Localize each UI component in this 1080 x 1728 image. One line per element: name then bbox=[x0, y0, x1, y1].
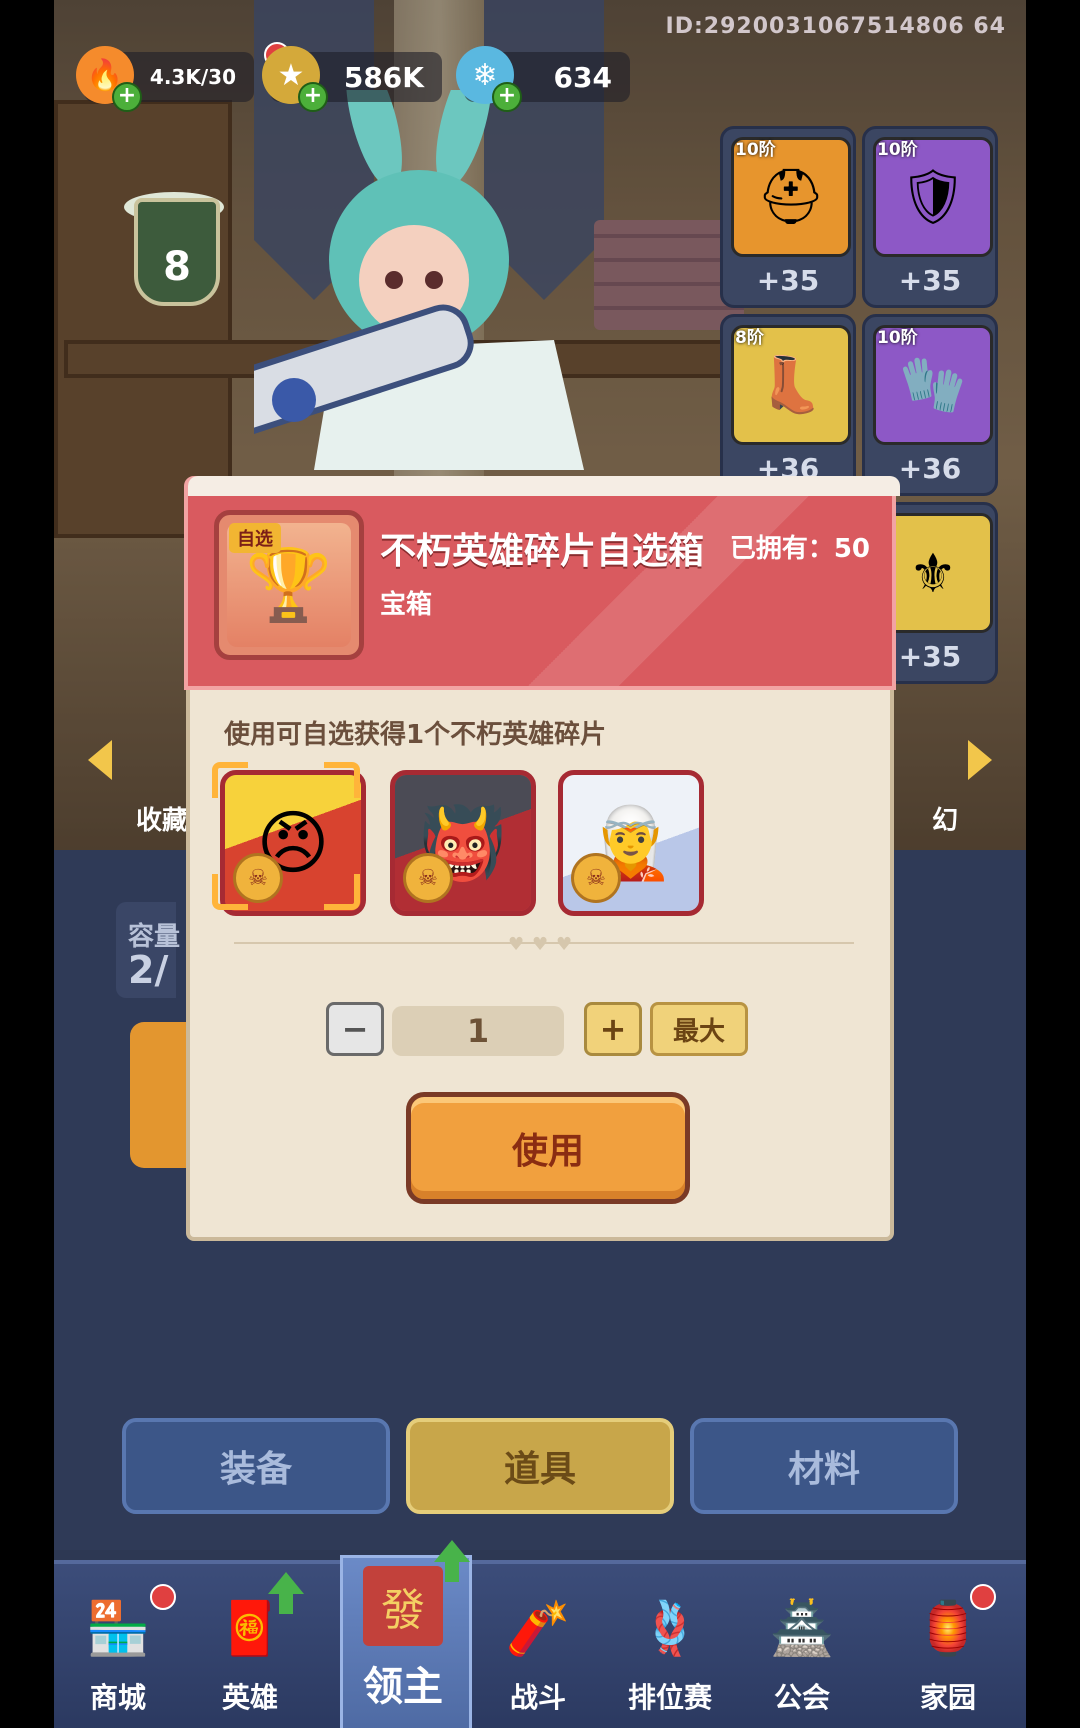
increase-quantity-button[interactable]: + bbox=[584, 1002, 642, 1056]
item-type: 宝箱 bbox=[380, 590, 433, 620]
item-description: 使用可自选获得1个不朽英雄碎片 bbox=[224, 720, 607, 750]
equip-slot-boots[interactable]: 👢 8阶 +36 bbox=[720, 314, 856, 496]
nav-label: 家园 bbox=[919, 1681, 976, 1714]
add-gold-button[interactable]: + bbox=[298, 82, 328, 112]
nav-label: 排位赛 bbox=[627, 1681, 712, 1714]
collection-label: 收藏 bbox=[136, 806, 189, 836]
upgrade-arrow-icon bbox=[268, 1572, 304, 1594]
gem-value: 634 bbox=[553, 60, 612, 94]
nav-label: 公会 bbox=[773, 1681, 830, 1714]
skull-emblem-icon: ☠ bbox=[571, 853, 621, 903]
max-quantity-button[interactable]: 最大 bbox=[650, 1002, 748, 1056]
nav-label: 英雄 bbox=[221, 1681, 278, 1714]
owned-count: 已拥有：50 bbox=[729, 534, 870, 564]
nav-label: 领主 bbox=[363, 1664, 443, 1710]
lord-icon: 發 bbox=[363, 1566, 443, 1646]
item-detail-dialog: 🏆 自选 不朽英雄碎片自选箱 已拥有：50 宝箱 使用可自选获得1个不朽英雄碎片… bbox=[184, 476, 900, 1241]
tab-label: 装备 bbox=[219, 1449, 292, 1490]
illusion-label: 幻 bbox=[932, 806, 959, 836]
tab-items[interactable]: 道具 bbox=[406, 1418, 674, 1514]
item-icon-frame: 🏆 自选 bbox=[214, 510, 364, 660]
battle-icon: 🧨 bbox=[505, 1598, 571, 1659]
tab-materials[interactable]: 材料 bbox=[690, 1418, 958, 1514]
inventory-item-slot[interactable] bbox=[130, 1022, 190, 1168]
shop-icon: 🏪 bbox=[85, 1598, 151, 1659]
gold-bar[interactable]: ★ + 586K bbox=[262, 46, 442, 112]
nav-guild[interactable]: 🏯 公会 bbox=[742, 1570, 862, 1728]
add-stamina-button[interactable]: + bbox=[112, 82, 142, 112]
add-gem-button[interactable]: + bbox=[492, 82, 522, 112]
equip-slot-gloves[interactable]: 🧤 10阶 +36 bbox=[862, 314, 998, 496]
item-title: 不朽英雄碎片自选箱 bbox=[380, 531, 705, 572]
player-id: ID:2920031067514806 64 bbox=[665, 14, 1006, 39]
hero-option-mage[interactable]: 🧝 ☠ bbox=[558, 770, 704, 916]
ranked-icon: 🪢 bbox=[637, 1598, 703, 1659]
heart-ornament-icon: ♥ bbox=[556, 934, 573, 955]
selection-corner bbox=[212, 874, 248, 910]
notification-dot bbox=[970, 1584, 996, 1610]
use-button[interactable]: 使用 bbox=[406, 1092, 690, 1204]
skull-emblem-icon: ☠ bbox=[403, 853, 453, 903]
equip-tier: 10阶 bbox=[877, 328, 918, 348]
quantity-field[interactable]: 1 bbox=[392, 1006, 564, 1056]
equip-tier: 10阶 bbox=[735, 140, 776, 160]
dialog-header: 🏆 自选 不朽英雄碎片自选箱 已拥有：50 宝箱 bbox=[184, 476, 900, 690]
decrease-quantity-button[interactable]: − bbox=[326, 1002, 384, 1056]
heart-ornament-icon: ♥ bbox=[508, 934, 525, 955]
guild-icon: 🏯 bbox=[769, 1598, 835, 1659]
nav-battle[interactable]: 🧨 战斗 bbox=[478, 1570, 598, 1728]
tab-label: 道具 bbox=[503, 1449, 576, 1490]
nav-label: 战斗 bbox=[509, 1681, 566, 1714]
nav-label: 商城 bbox=[89, 1681, 146, 1714]
equip-tier: 10阶 bbox=[877, 140, 918, 160]
dialog-body: 使用可自选获得1个不朽英雄碎片 😠 ☠ 👹 ☠ 🧝 ☠ ♥ ♥ ♥ − 1 + … bbox=[186, 690, 894, 1241]
heart-ornament-icon: ♥ bbox=[532, 934, 549, 955]
selection-corner bbox=[212, 762, 248, 798]
hero-character bbox=[254, 90, 584, 470]
arrow-right-icon[interactable] bbox=[968, 740, 992, 780]
capacity-value: 2/ bbox=[128, 948, 169, 992]
tab-equipment[interactable]: 装备 bbox=[122, 1418, 390, 1514]
notification-dot bbox=[150, 1584, 176, 1610]
rank-level: 8 bbox=[163, 244, 191, 290]
selection-corner bbox=[324, 762, 360, 798]
game-screen: ID:2920031067514806 64 🔥 + 4.3K/30 ★ + 5… bbox=[54, 0, 1026, 1728]
equip-bonus: +35 bbox=[898, 264, 962, 297]
selectable-tag: 自选 bbox=[229, 523, 281, 553]
arrow-left-icon[interactable] bbox=[88, 740, 112, 780]
tab-label: 材料 bbox=[787, 1449, 860, 1490]
equip-bonus: +35 bbox=[756, 264, 820, 297]
gem-bar[interactable]: ❄ + 634 bbox=[456, 46, 630, 112]
equip-slot-helmet[interactable]: ⛑ 10阶 +35 bbox=[720, 126, 856, 308]
stamina-bar[interactable]: 🔥 + 4.3K/30 bbox=[76, 42, 290, 112]
gold-value: 586K bbox=[343, 60, 424, 94]
hero-icon: 🧧 bbox=[217, 1598, 283, 1659]
stamina-value: 4.3K/30 bbox=[149, 65, 236, 89]
upgrade-arrow-icon bbox=[434, 1540, 470, 1562]
rank-badge[interactable]: 8 bbox=[134, 198, 220, 306]
selection-corner bbox=[324, 874, 360, 910]
equip-slot-armor[interactable]: 🛡 10阶 +35 bbox=[862, 126, 998, 308]
equip-tier: 8阶 bbox=[735, 328, 764, 348]
nav-ranked[interactable]: 🪢 排位赛 bbox=[610, 1570, 730, 1728]
hero-option-demon[interactable]: 👹 ☠ bbox=[390, 770, 536, 916]
